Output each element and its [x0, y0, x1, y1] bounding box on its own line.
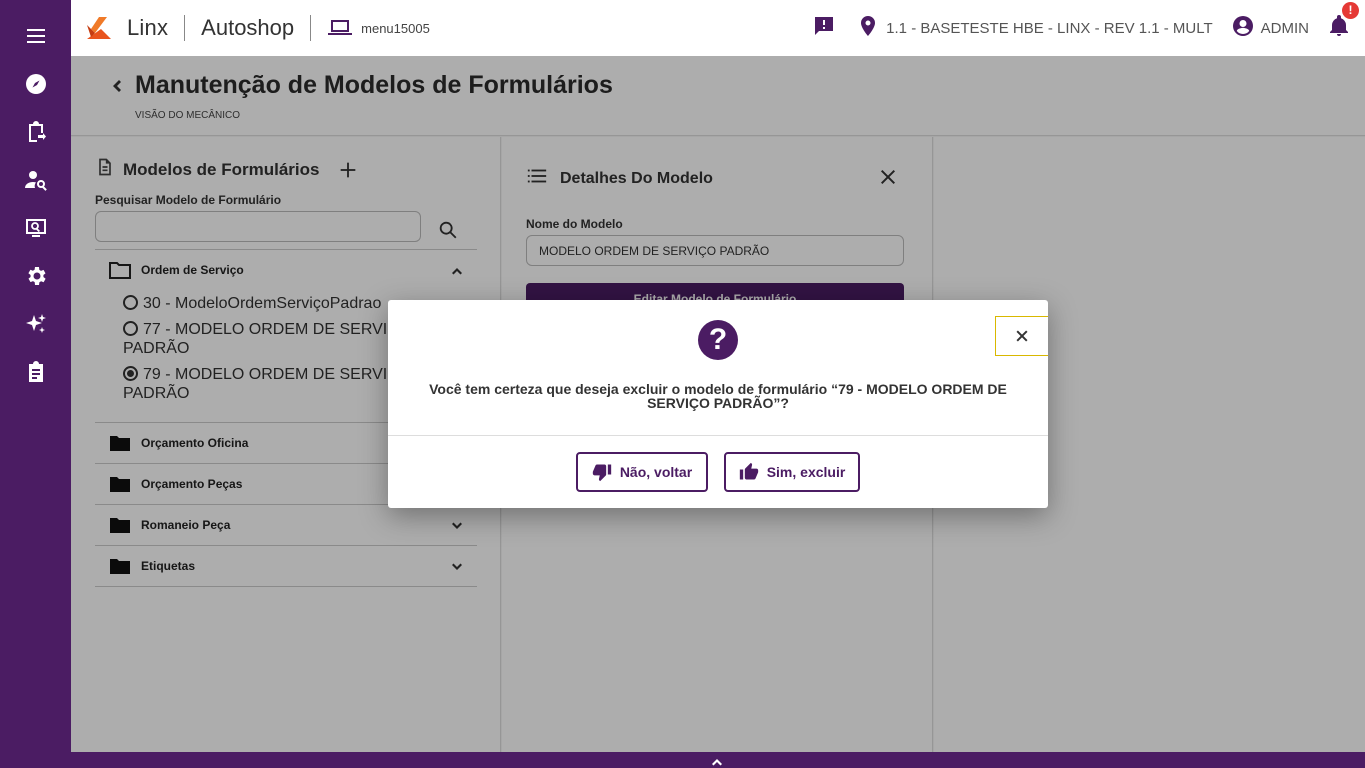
clipboard-transfer-icon[interactable] — [0, 112, 71, 152]
brand-name: Linx — [127, 15, 169, 40]
laptop-icon — [328, 20, 353, 35]
cancel-label: Não, voltar — [619, 464, 693, 480]
menu-code: menu15005 — [327, 17, 430, 39]
close-icon — [1016, 330, 1028, 342]
user-name[interactable]: ADMIN — [1261, 20, 1309, 37]
cancel-button[interactable]: Não, voltar — [576, 452, 708, 492]
question-icon: ? — [698, 320, 738, 360]
thumbs-up-icon — [739, 462, 758, 480]
dialog-close-button[interactable] — [995, 316, 1048, 356]
monitor-search-icon[interactable] — [0, 208, 71, 248]
clipboard-list-icon[interactable] — [0, 352, 71, 392]
account-circle-icon[interactable] — [1231, 14, 1255, 43]
divider — [310, 15, 312, 41]
thumbs-down-icon — [592, 464, 611, 482]
confirm-delete-dialog: ? Você tem certeza que deseja excluir o … — [388, 300, 1048, 508]
dialog-message: Você tem certeza que deseja excluir o mo… — [429, 381, 1007, 411]
compass-icon[interactable] — [0, 64, 71, 104]
confirm-delete-button[interactable]: Sim, excluir — [724, 452, 860, 492]
linx-logo[interactable]: Linx — [85, 15, 168, 41]
divider — [184, 15, 186, 41]
store-selector[interactable]: 1.1 - BASETESTE HBE - LINX - REV 1.1 - M… — [886, 20, 1212, 37]
side-rail — [0, 0, 71, 768]
chat-icon[interactable] — [812, 14, 836, 43]
location-pin-icon[interactable] — [856, 14, 880, 43]
chevron-up-icon[interactable] — [711, 755, 723, 767]
menu-icon[interactable] — [0, 16, 71, 56]
menu-code-label: menu15005 — [361, 20, 430, 36]
top-bar: Linx Autoshop menu15005 1.1 - BASETESTE … — [71, 0, 1365, 56]
notification-badge: ! — [1342, 1, 1359, 19]
app-name: Autoshop — [201, 15, 295, 40]
divider — [388, 435, 1048, 436]
person-search-icon[interactable] — [0, 160, 71, 200]
bell-icon[interactable]: ! — [1327, 1, 1359, 43]
sparkle-icon[interactable] — [0, 304, 71, 344]
gear-icon[interactable] — [0, 256, 71, 296]
bottom-bar — [71, 752, 1365, 768]
confirm-label: Sim, excluir — [766, 464, 846, 480]
